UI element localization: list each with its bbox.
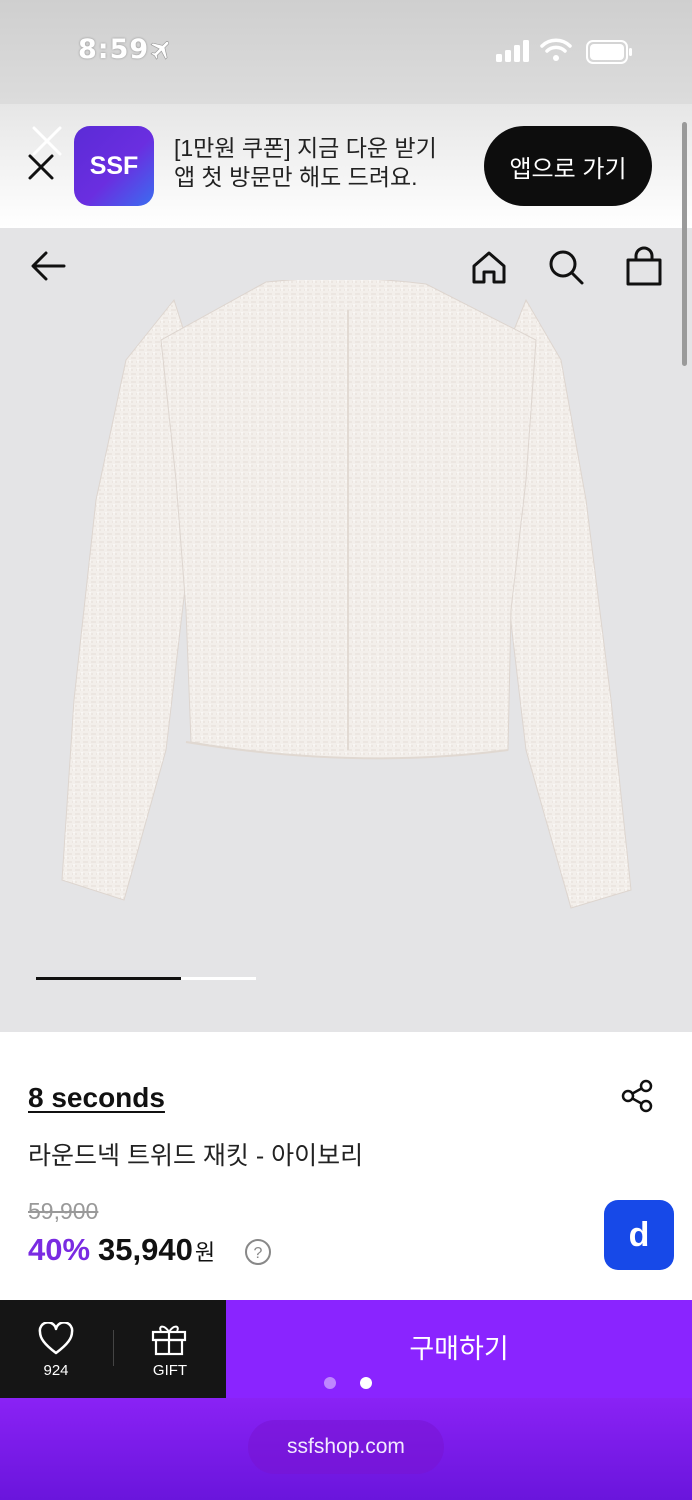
back-button[interactable] — [28, 248, 68, 284]
share-icon[interactable] — [620, 1078, 656, 1114]
carousel-progress — [36, 977, 256, 980]
scrollbar[interactable] — [682, 122, 687, 366]
currency-unit: 원 — [194, 1240, 216, 1265]
like-count: 924 — [43, 1362, 69, 1379]
search-icon[interactable] — [546, 247, 586, 287]
buy-button[interactable]: 구매하기 — [226, 1300, 692, 1398]
banner-line-2: 앱 첫 방문만 해도 드려요. — [174, 164, 418, 190]
heart-icon — [38, 1322, 74, 1355]
carousel-progress-fill — [36, 977, 182, 980]
svg-text:?: ? — [254, 1245, 263, 1262]
brand-link[interactable]: 8 seconds — [28, 1082, 165, 1114]
gift-label: GIFT — [152, 1362, 188, 1379]
wifi-icon — [540, 38, 572, 61]
product-image[interactable] — [56, 280, 636, 910]
banner-close-button[interactable] — [22, 146, 62, 186]
product-name: 라운드넥 트위드 재킷 - 아이보리 — [28, 1142, 364, 1170]
page-indicator — [324, 1377, 372, 1389]
d-badge-button[interactable]: d — [604, 1200, 674, 1270]
home-icon[interactable] — [470, 248, 508, 286]
banner-message: [1만원 쿠폰] 지금 다운 받기 앱 첫 방문만 해도 드려요. — [174, 134, 437, 192]
open-app-button[interactable]: 앱으로 가기 — [484, 126, 652, 206]
gift-icon — [151, 1325, 187, 1356]
banner-line-1: [1만원 쿠폰] 지금 다운 받기 — [174, 135, 437, 161]
sale-price: 35,940 — [98, 1232, 193, 1267]
price-row: 40% 35,940 원 — [28, 1232, 215, 1268]
original-price: 59,900 — [28, 1198, 99, 1224]
status-time: 8:59 — [78, 34, 150, 65]
discount-rate: 40% — [28, 1232, 91, 1267]
ssf-app-logo: SSF — [74, 126, 154, 206]
url-bar[interactable]: ssfshop.com — [248, 1420, 444, 1474]
price-info-icon[interactable]: ? — [244, 1238, 272, 1266]
signal-icon — [496, 40, 529, 62]
battery-icon — [586, 40, 632, 64]
page-dot-active — [360, 1377, 372, 1389]
airplane-icon — [150, 41, 170, 60]
page-dot — [324, 1377, 336, 1389]
shopping-bag-icon[interactable] — [624, 246, 664, 288]
